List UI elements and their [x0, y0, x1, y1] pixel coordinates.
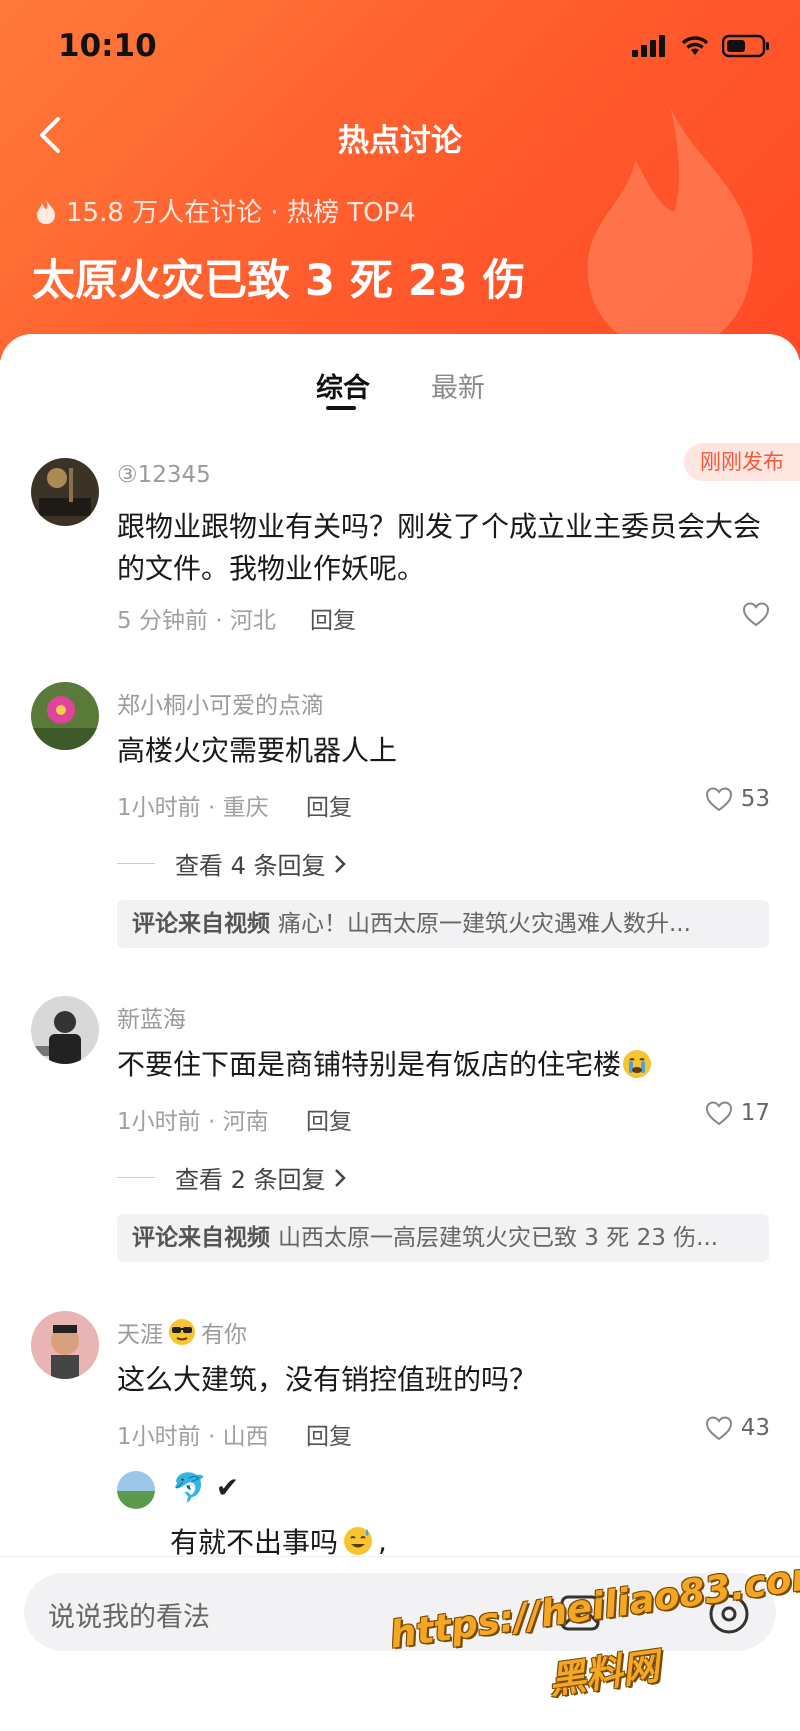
reply-button[interactable]: 回复: [306, 788, 352, 822]
topic-header: 10:10 热点讨论 15.8 万人在讨论 · 热榜 TOP4 太原火灾已致 3…: [0, 0, 800, 360]
comment-time-location: 1小时前 · 山西: [117, 1424, 269, 1450]
sub-reply-comma: ,: [378, 1524, 387, 1558]
video-source-box[interactable]: 评论来自视频 山西太原一高层建筑火灾已致 3 死 23 伤...: [117, 1214, 769, 1262]
like-count: 17: [740, 1100, 770, 1126]
battery-icon: [722, 34, 769, 58]
chevron-right-icon: [334, 1168, 346, 1187]
sunglasses-face-icon: [169, 1319, 195, 1345]
sub-reply-text: 有就不出事吗 ,: [170, 1521, 387, 1561]
comment-author[interactable]: 天涯 有你: [117, 1315, 247, 1349]
tab-active-indicator: [326, 406, 356, 410]
avatar-image: [31, 458, 99, 526]
comment-text: 高楼火灾需要机器人上: [117, 734, 398, 767]
reply-button[interactable]: 回复: [310, 601, 356, 635]
avatar-image: [31, 1311, 99, 1379]
comment-text: 跟物业跟物业有关吗？刚发了个成立业主委员会大会的文件。我物业作妖呢。: [117, 510, 762, 585]
comment-text: 这么大建筑，没有销控值班的吗？: [117, 1363, 538, 1396]
heart-icon: [742, 602, 770, 627]
heart-icon: [705, 787, 732, 812]
comment-text-content: 不要住下面是商铺特别是有饭店的住宅楼: [117, 1048, 622, 1081]
heart-icon: [705, 1101, 732, 1126]
comment-time-location: 1小时前 · 河南: [117, 1109, 269, 1135]
sub-reply-avatar[interactable]: [117, 1471, 155, 1509]
source-label: 评论来自视频: [132, 911, 270, 937]
like-button[interactable]: 17: [705, 1100, 770, 1126]
reply-button[interactable]: 回复: [306, 1417, 352, 1451]
avatar-image: [31, 682, 99, 750]
comment-input-placeholder: 说说我的看法: [48, 1602, 210, 1633]
view-replies-link[interactable]: 查看 4 条回复: [117, 846, 346, 881]
avatar[interactable]: [31, 1311, 99, 1379]
like-button[interactable]: [742, 601, 770, 627]
tab-bar: 综合 最新: [0, 366, 800, 416]
comment-text: 不要住下面是商铺特别是有饭店的住宅楼: [117, 1044, 767, 1086]
avatar[interactable]: [31, 458, 99, 526]
like-count: 53: [740, 786, 770, 812]
divider: [117, 1177, 155, 1178]
source-text: 山西太原一高层建筑火灾已致 3 死 23 伤...: [278, 1225, 719, 1251]
avatar[interactable]: [31, 996, 99, 1064]
view-replies-link[interactable]: 查看 2 条回复: [117, 1160, 346, 1195]
sweat-smile-icon: [344, 1527, 373, 1555]
status-time: 10:10: [58, 28, 157, 64]
page-title: 热点讨论: [338, 123, 462, 159]
divider: [117, 863, 155, 864]
source-text: 痛心！山西太原一建筑火灾遇难人数升...: [278, 911, 691, 937]
author-name-part1: 天涯: [117, 1322, 163, 1348]
wifi-icon: [681, 36, 709, 55]
sub-reply-author[interactable]: 🐬 ✔: [172, 1471, 239, 1504]
like-button[interactable]: 53: [705, 786, 770, 812]
signal-icon: [632, 35, 665, 57]
comment-time-location: 5 分钟前 · 河北: [117, 608, 276, 634]
view-replies-label: 查看 2 条回复: [175, 1166, 326, 1194]
comment-author[interactable]: 郑小桐小可爱的点滴: [117, 686, 324, 720]
status-icons: [632, 34, 770, 58]
topic-stats-text: 15.8 万人在讨论 · 热榜 TOP4: [66, 198, 416, 228]
like-button[interactable]: 43: [705, 1415, 770, 1441]
view-replies-label: 查看 4 条回复: [175, 852, 326, 880]
heart-icon: [705, 1416, 732, 1441]
sub-reply-text-content: 有就不出事吗: [170, 1526, 339, 1559]
fire-icon: [37, 198, 55, 224]
topic-title: 太原火灾已致 3 死 23 伤: [32, 256, 526, 306]
source-label: 评论来自视频: [132, 1225, 270, 1251]
topic-stats: 15.8 万人在讨论 · 热榜 TOP4: [34, 192, 416, 229]
comment-author[interactable]: 新蓝海: [117, 1000, 186, 1034]
author-name-part2: 有你: [201, 1322, 247, 1348]
avatar-image: [31, 996, 99, 1064]
reply-button[interactable]: 回复: [306, 1102, 352, 1136]
crying-face-icon: [623, 1050, 652, 1078]
avatar-image: [117, 1471, 155, 1509]
video-source-box[interactable]: 评论来自视频 痛心！山西太原一建筑火灾遇难人数升...: [117, 900, 769, 948]
comment-time-location: 1小时前 · 重庆: [117, 795, 269, 821]
avatar[interactable]: [31, 682, 99, 750]
just-posted-badge: 刚刚发布: [684, 443, 800, 481]
comment-author[interactable]: ③12345: [117, 462, 211, 488]
tab-comprehensive[interactable]: 综合: [316, 366, 370, 405]
chevron-right-icon: [334, 854, 346, 873]
like-count: 43: [740, 1415, 770, 1441]
tab-latest[interactable]: 最新: [431, 366, 485, 405]
